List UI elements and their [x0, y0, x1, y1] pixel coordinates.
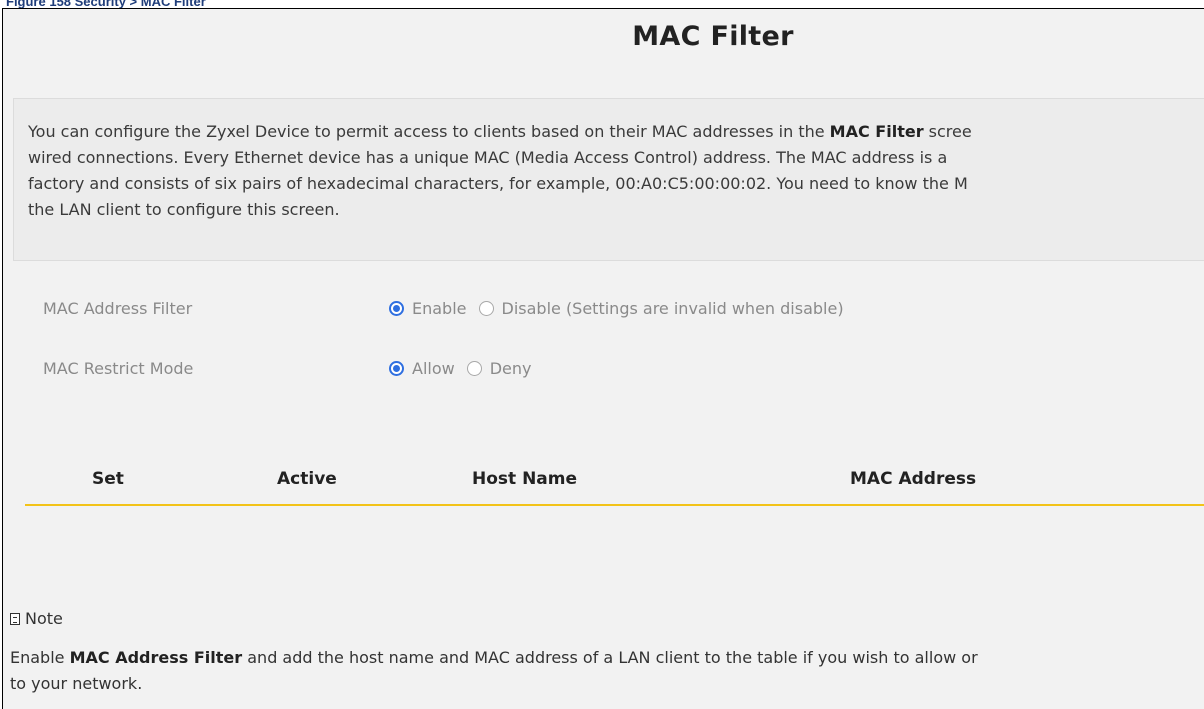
mac-table-header: Set Active Host Name MAC Address	[25, 469, 1204, 506]
description-text: You can configure the Zyxel Device to pe…	[28, 122, 830, 141]
description-bold-text: MAC Filter	[829, 122, 924, 141]
column-header-set: Set	[92, 469, 124, 489]
mac-restrict-mode-options: Allow Deny	[389, 359, 544, 378]
mac-restrict-mode-label: MAC Restrict Mode	[43, 359, 194, 378]
note-heading: Note	[10, 609, 63, 628]
description-box: You can configure the Zyxel Device to pe…	[13, 98, 1204, 261]
deny-radio-label[interactable]: Deny	[490, 359, 532, 378]
mac-address-filter-label: MAC Address Filter	[43, 299, 193, 318]
mac-restrict-mode-row: MAC Restrict Mode Allow Deny	[43, 359, 544, 378]
deny-radio[interactable]	[466, 361, 482, 376]
mac-filter-page: MAC Filter You can configure the Zyxel D…	[2, 8, 1204, 709]
disable-radio-label[interactable]: Disable (Settings are invalid when disab…	[502, 299, 844, 318]
enable-radio[interactable]	[389, 301, 404, 316]
page-title: MAC Filter	[632, 21, 794, 52]
note-line-2: to your network.	[10, 674, 143, 693]
note-text-part: and add the host name and MAC address of…	[242, 648, 978, 667]
document-icon	[10, 612, 20, 625]
note-line-1: Enable MAC Address Filter and add the ho…	[10, 645, 1204, 671]
allow-radio[interactable]	[389, 361, 404, 376]
note-heading-label: Note	[25, 609, 63, 628]
description-text: scree	[923, 122, 972, 141]
column-header-active: Active	[277, 469, 337, 489]
column-header-mac-address: MAC Address	[850, 469, 977, 489]
disable-radio[interactable]	[478, 301, 494, 316]
description-line-2: wired connections. Every Ethernet device…	[28, 148, 948, 167]
mac-address-filter-options: Enable Disable (Settings are invalid whe…	[389, 299, 856, 318]
description-line-3: factory and consists of six pairs of hex…	[28, 174, 968, 193]
description-line-4: the LAN client to configure this screen.	[28, 200, 340, 219]
note-bold-text: MAC Address Filter	[69, 648, 243, 667]
figure-caption: Figure 158 Security > MAC Filter	[6, 0, 206, 8]
enable-radio-label[interactable]: Enable	[412, 299, 467, 318]
mac-address-filter-row: MAC Address Filter Enable Disable (Setti…	[43, 299, 856, 318]
column-header-host-name: Host Name	[472, 469, 578, 489]
description-line-1: You can configure the Zyxel Device to pe…	[28, 119, 1204, 145]
note-text: Enable MAC Address Filter and add the ho…	[10, 645, 1204, 697]
note-text-part: Enable	[10, 648, 70, 667]
allow-radio-label[interactable]: Allow	[412, 359, 455, 378]
